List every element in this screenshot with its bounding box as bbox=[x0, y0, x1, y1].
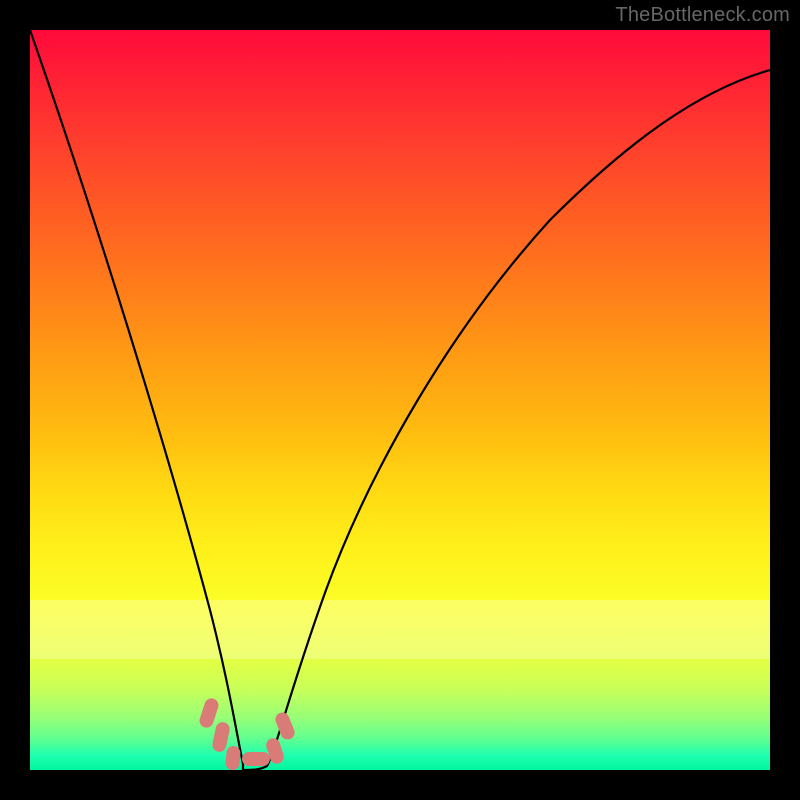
plot-area bbox=[30, 30, 770, 770]
bottleneck-curve bbox=[30, 30, 770, 770]
optimal-zone-markers bbox=[198, 697, 297, 770]
watermark-text: TheBottleneck.com bbox=[615, 4, 790, 27]
chart-frame: TheBottleneck.com bbox=[0, 0, 800, 800]
